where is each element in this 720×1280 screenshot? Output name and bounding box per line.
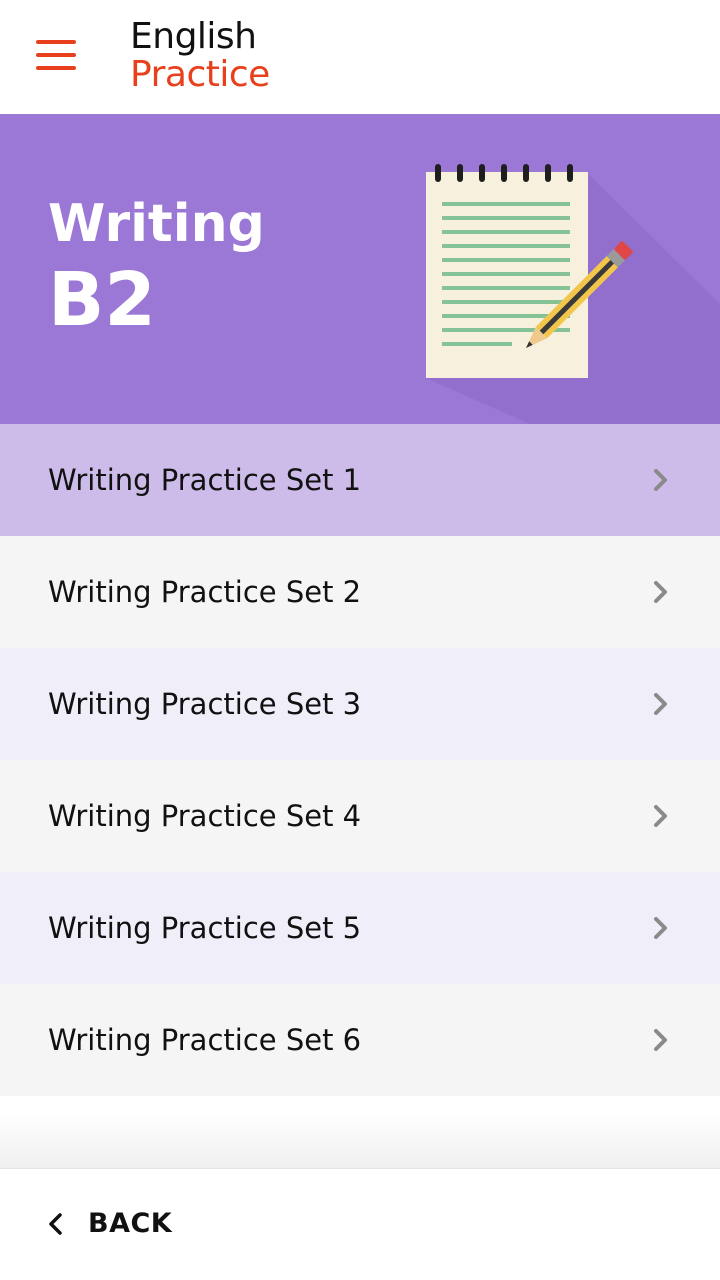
list-item-label: Writing Practice Set 4 (48, 799, 362, 833)
list-item-set-2[interactable]: Writing Practice Set 2 (0, 536, 720, 648)
chevron-right-icon (654, 917, 667, 939)
back-button-label: BACK (88, 1208, 173, 1239)
practice-set-list: Writing Practice Set 1 Writing Practice … (0, 424, 720, 1096)
list-item-set-4[interactable]: Writing Practice Set 4 (0, 760, 720, 872)
list-item-label: Writing Practice Set 2 (48, 575, 362, 609)
chevron-right-icon (654, 469, 667, 491)
bottom-navigation-bar: BACK (0, 1168, 720, 1280)
list-item-label: Writing Practice Set 6 (48, 1023, 362, 1057)
chevron-left-icon (49, 1213, 62, 1235)
chevron-right-icon (654, 1029, 667, 1051)
bottom-bar-shadow (0, 1110, 720, 1168)
list-item-set-5[interactable]: Writing Practice Set 5 (0, 872, 720, 984)
hamburger-menu-icon[interactable] (36, 40, 76, 70)
logo-line-english: English (130, 16, 257, 57)
back-button[interactable]: BACK (40, 1199, 240, 1249)
hero-level: B2 (48, 257, 156, 343)
app-logo: English Practice (130, 18, 270, 94)
list-item-set-3[interactable]: Writing Practice Set 3 (0, 648, 720, 760)
list-item-set-6[interactable]: Writing Practice Set 6 (0, 984, 720, 1096)
hero-title: Writing (48, 194, 265, 254)
hero-banner: Writing B2 (0, 114, 720, 424)
chevron-right-icon (654, 581, 667, 603)
list-item-set-1[interactable]: Writing Practice Set 1 (0, 424, 720, 536)
app-screen: English Practice Writing B2 Writing Prac… (0, 0, 720, 1280)
notepad-pencil-icon (426, 164, 720, 424)
top-app-bar: English Practice (0, 0, 720, 114)
logo-line-practice: Practice (130, 54, 270, 95)
list-item-label: Writing Practice Set 1 (48, 463, 362, 497)
chevron-right-icon (654, 693, 667, 715)
chevron-right-icon (654, 805, 667, 827)
list-item-label: Writing Practice Set 5 (48, 911, 362, 945)
list-item-label: Writing Practice Set 3 (48, 687, 362, 721)
